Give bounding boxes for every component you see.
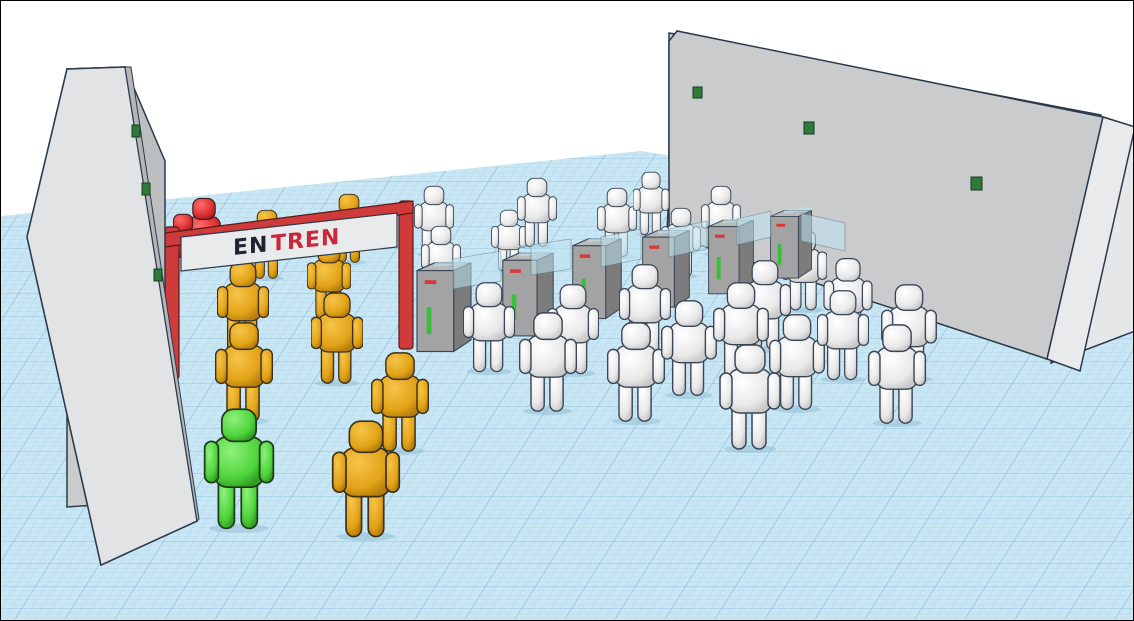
wall-sensor-icon — [131, 124, 141, 138]
wall-sensor-icon — [803, 121, 815, 135]
wall-sensor-icon — [692, 86, 703, 99]
wall-sensor-icon — [970, 176, 983, 191]
sign-text-en: EN — [233, 232, 268, 261]
wall-sensor-icon — [141, 182, 151, 196]
wall-sensor-icon — [153, 268, 163, 282]
scene-3d-view: EN TREN — [1, 1, 1133, 620]
viewport: EN TREN — [0, 0, 1134, 621]
